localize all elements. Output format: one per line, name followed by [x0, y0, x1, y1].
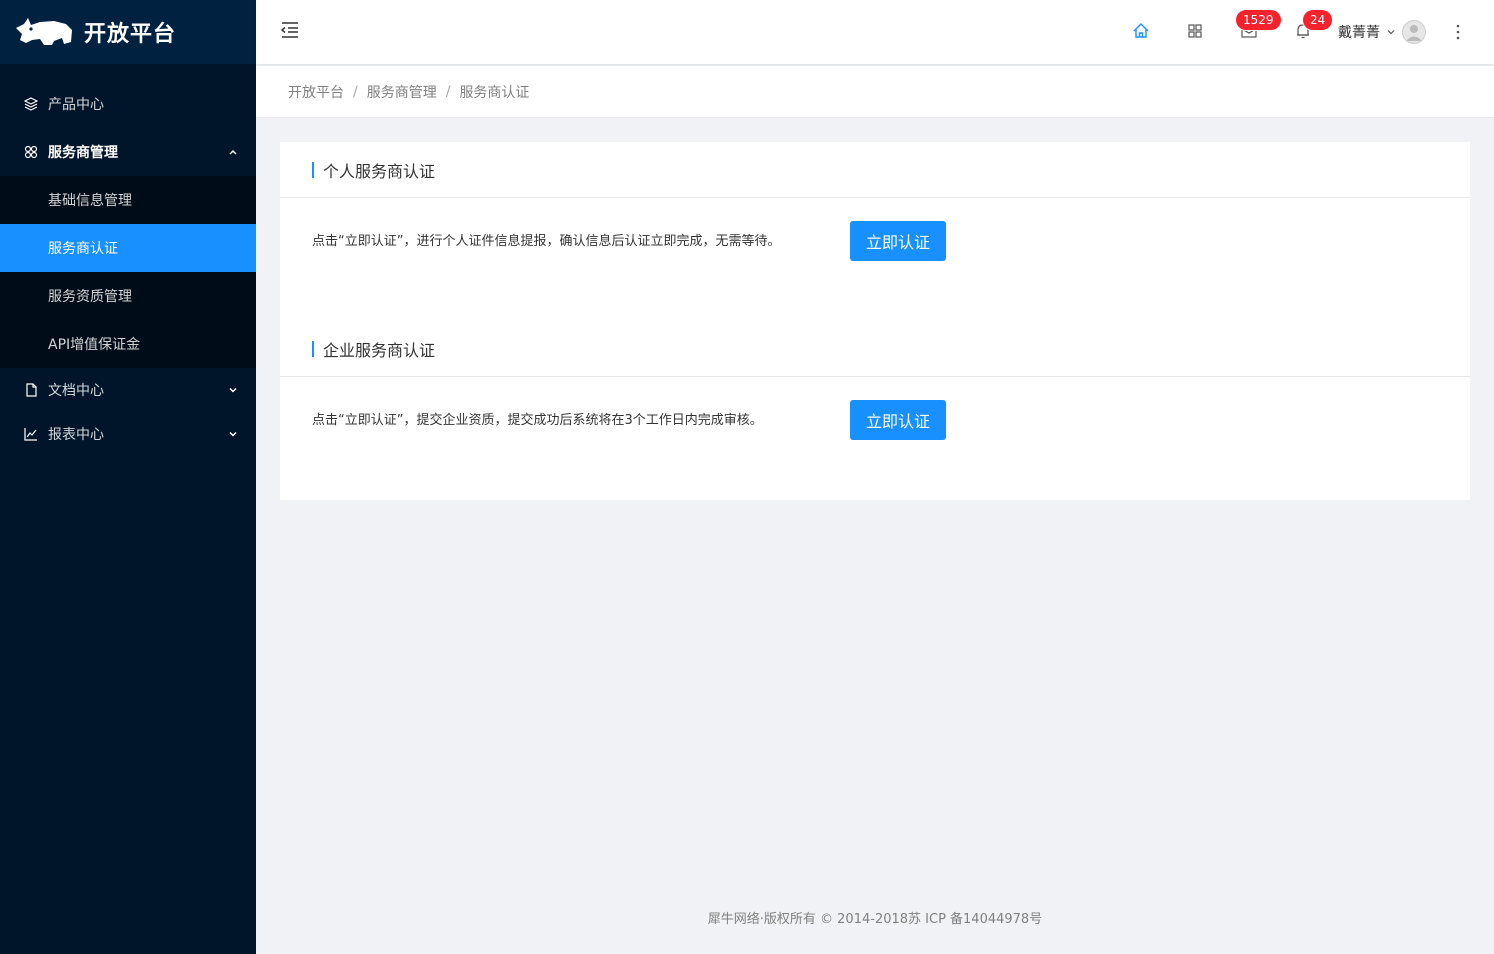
side-menu: 产品中心 服务商管理 基础信息管理 服务商认证 服务资质管理 API增值保证金 …: [0, 64, 256, 456]
breadcrumb-item[interactable]: 服务商管理: [367, 82, 437, 102]
menu-label: 报表中心: [48, 427, 104, 443]
menu-item-product-center[interactable]: 产品中心: [0, 80, 256, 128]
chevron-down-icon: [228, 385, 238, 395]
submenu-item-provider-certification[interactable]: 服务商认证: [0, 224, 256, 272]
personal-certification-card: 个人服务商认证 点击“立即认证”，进行个人证件信息提报，确认信息后认证立即完成，…: [280, 142, 1470, 321]
more-vertical-icon[interactable]: [1452, 22, 1464, 42]
chevron-up-icon: [228, 147, 238, 157]
logo-bar: 开放平台: [0, 0, 256, 64]
card-title: 个人服务商认证: [280, 142, 1470, 198]
breadcrumb-item[interactable]: 开放平台: [288, 82, 344, 102]
menu-item-provider-management[interactable]: 服务商管理: [0, 128, 256, 176]
menu-label: 产品中心: [48, 97, 104, 113]
menu-label: 服务商管理: [48, 145, 118, 161]
sidebar: 开放平台 产品中心 服务商管理 基础信息管理 服务商认证 服务资质管理 API增…: [0, 0, 256, 954]
user-dropdown[interactable]: 戴菁菁: [1338, 20, 1396, 44]
submenu-item-api-deposit[interactable]: API增值保证金: [0, 320, 256, 368]
provider-submenu: 基础信息管理 服务商认证 服务资质管理 API增值保证金: [0, 176, 256, 368]
card-description: 点击“立即认证”，提交企业资质，提交成功后系统将在3个工作日内完成审核。: [312, 413, 763, 428]
breadcrumb-separator: /: [445, 83, 451, 100]
enterprise-certify-button[interactable]: 立即认证: [850, 400, 946, 440]
menu-fold-icon[interactable]: [280, 20, 300, 40]
home-icon[interactable]: [1132, 22, 1150, 40]
top-header: 1529 24 戴菁菁: [256, 0, 1494, 64]
avatar[interactable]: [1402, 20, 1426, 44]
chevron-down-icon: [1386, 27, 1396, 37]
footer-copyright: 犀牛网络·版权所有 © 2014-2018苏 ICP 备14044978号: [707, 912, 1043, 927]
breadcrumb-item-current: 服务商认证: [459, 84, 530, 101]
breadcrumb-separator: /: [353, 83, 358, 100]
title-accent-bar: [312, 340, 314, 357]
submenu-item-qualification[interactable]: 服务资质管理: [0, 272, 256, 320]
notice-count-badge: 24: [1303, 10, 1333, 30]
brand-title: 开放平台: [84, 22, 177, 47]
mail-count-badge: 1529: [1236, 10, 1281, 30]
enterprise-certification-card: 企业服务商认证 点击“立即认证”，提交企业资质，提交成功后系统将在3个工作日内完…: [280, 321, 1470, 500]
chevron-down-icon: [228, 429, 238, 439]
card-body: 点击“立即认证”，提交企业资质，提交成功后系统将在3个工作日内完成审核。 立即认…: [280, 377, 1470, 500]
card-title-text: 个人服务商认证: [323, 161, 436, 181]
title-accent-bar: [312, 161, 314, 178]
breadcrumb: 开放平台 / 服务商管理 / 服务商认证: [256, 66, 1494, 118]
cluster-icon: [24, 145, 38, 159]
menu-item-reports-center[interactable]: 报表中心: [0, 412, 256, 456]
apps-grid-icon[interactable]: [1186, 22, 1204, 40]
menu-label: 文档中心: [48, 383, 104, 399]
card-body: 点击“立即认证”，进行个人证件信息提报，确认信息后认证立即完成，无需等待。 立即…: [280, 198, 1470, 321]
file-icon: [24, 383, 38, 397]
personal-certify-button[interactable]: 立即认证: [850, 221, 946, 261]
username: 戴菁菁: [1338, 25, 1380, 41]
menu-item-docs-center[interactable]: 文档中心: [0, 368, 256, 412]
card-title-text: 企业服务商认证: [323, 340, 436, 360]
card-description: 点击“立即认证”，进行个人证件信息提报，确认信息后认证立即完成，无需等待。: [312, 234, 781, 249]
layers-icon: [24, 97, 38, 111]
line-chart-icon: [24, 427, 38, 441]
submenu-item-basic-info[interactable]: 基础信息管理: [0, 176, 256, 224]
card-title: 企业服务商认证: [280, 321, 1470, 377]
rhino-logo-icon: [16, 18, 72, 45]
